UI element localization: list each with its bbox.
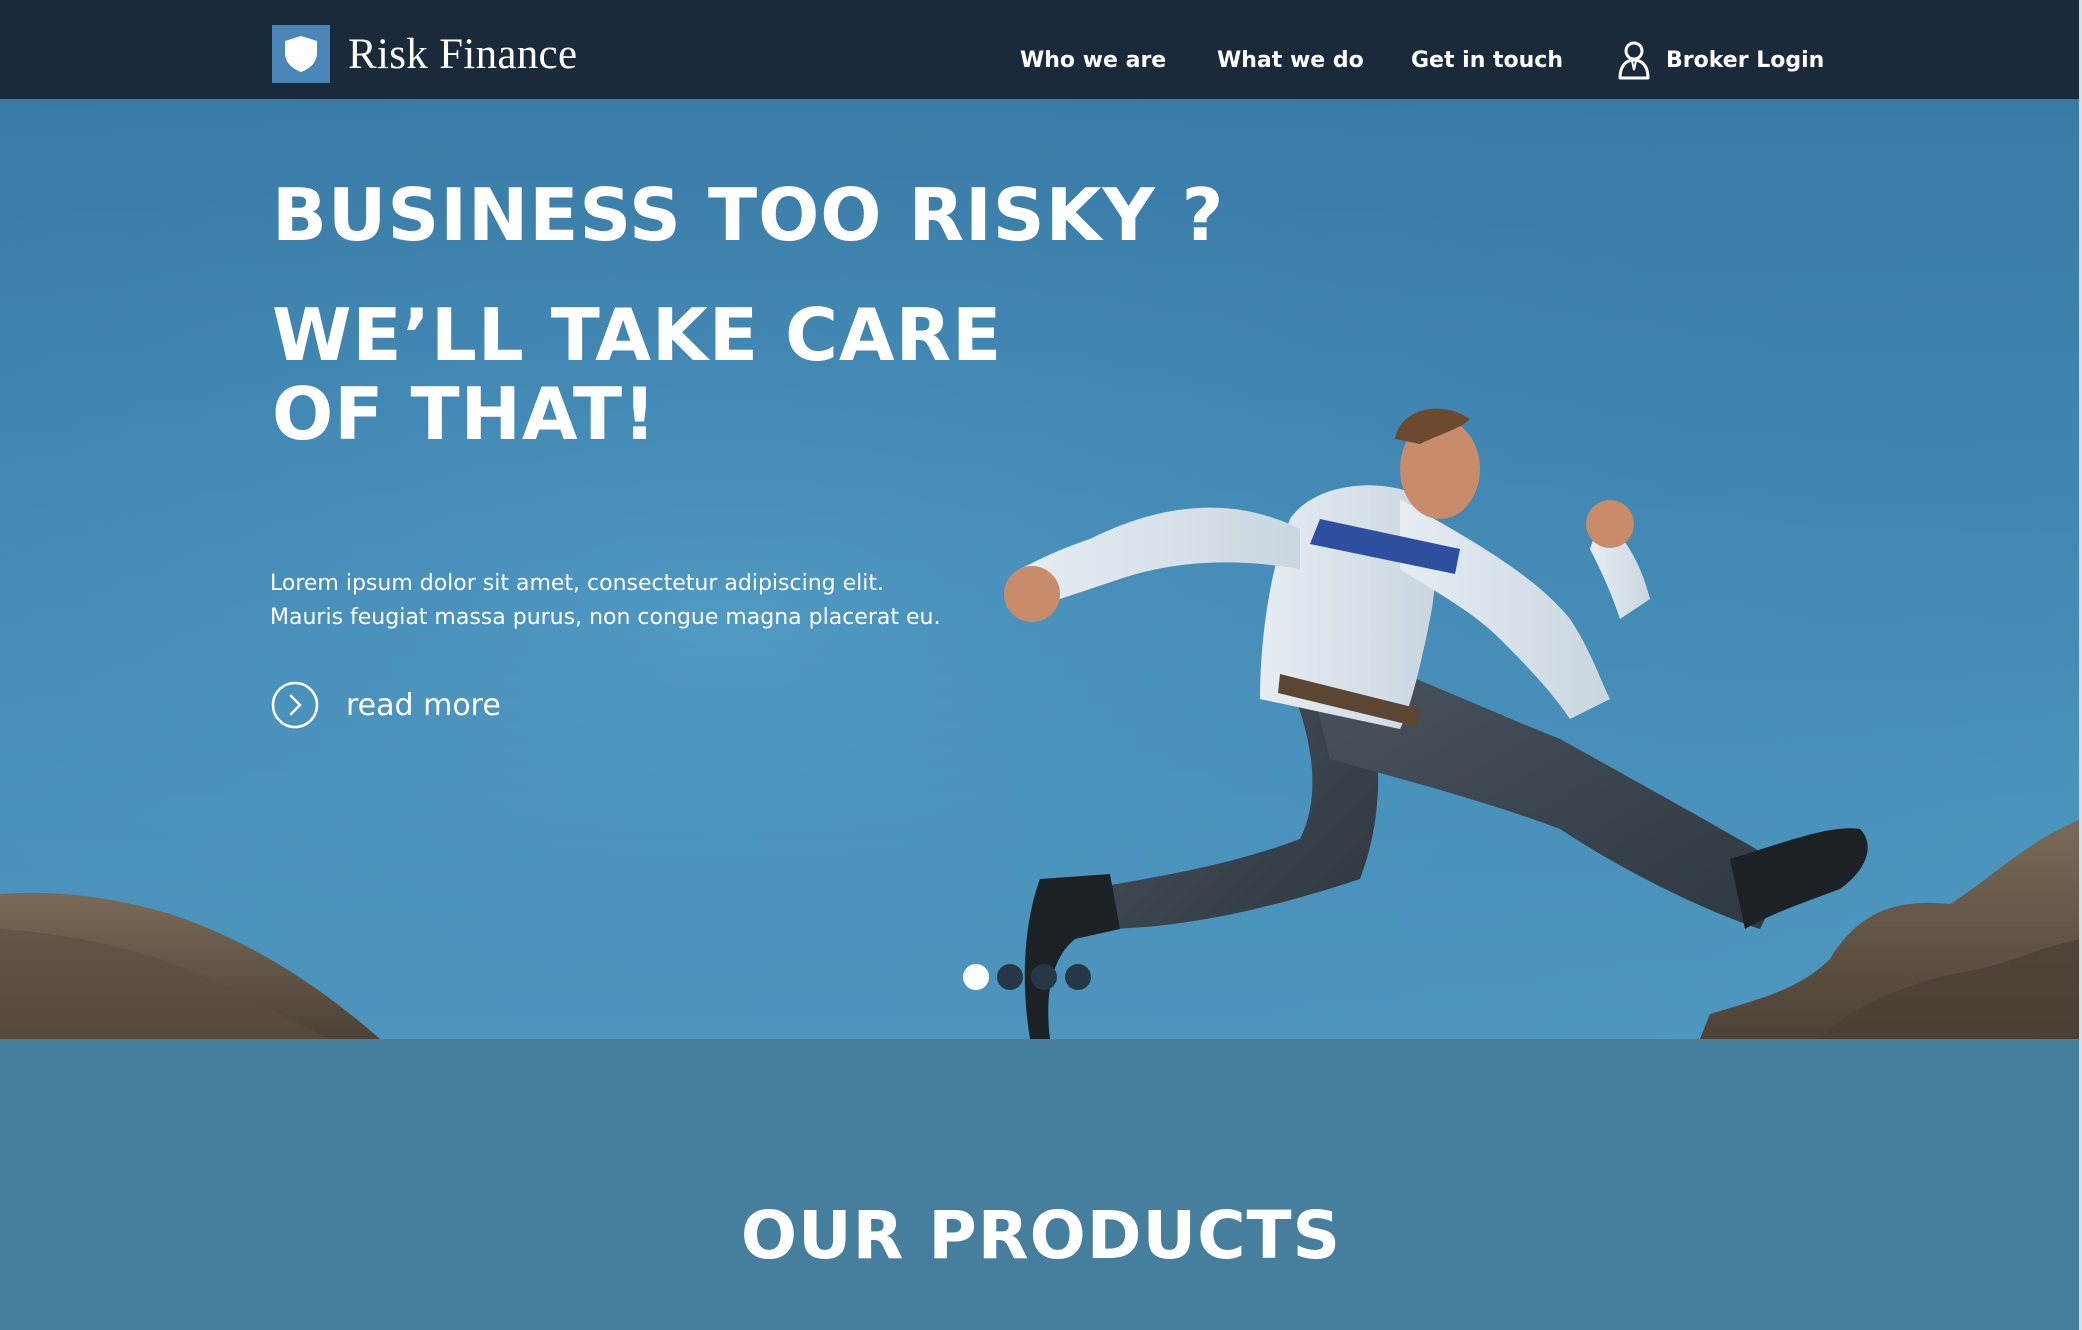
read-more-link[interactable]: read more [270,680,501,730]
hero-banner: BUSINESS TOO RISKY ? WE’LL TAKE CARE OF … [0,99,2079,1039]
carousel-dot-4[interactable] [1065,964,1091,990]
user-icon [1618,41,1650,80]
products-title: OUR PRODUCTS [740,1197,1342,1274]
carousel-dot-1[interactable] [963,964,989,990]
carousel-dot-3[interactable] [1031,964,1057,990]
products-section: OUR PRODUCTS [0,1039,2079,1330]
hero-body-line1: Lorem ipsum dolor sit amet, consectetur … [270,571,884,596]
page: Risk Finance Who we are What we do Get i… [0,0,2082,1330]
brand-logo[interactable]: Risk Finance [272,25,577,83]
broker-login-label: Broker Login [1666,47,1825,73]
brand-name: Risk Finance [348,30,578,78]
hero-headline: BUSINESS TOO RISKY ? [272,173,1225,257]
nav-what-we-do[interactable]: What we do [1217,48,1364,73]
hero-subheadline-line1: WE’LL TAKE CARE [272,293,1003,377]
nav-get-in-touch[interactable]: Get in touch [1411,48,1563,73]
carousel-dot-2[interactable] [997,964,1023,990]
read-more-label: read more [346,687,501,723]
shield-icon [272,25,330,83]
hero-body-line2: Mauris feugiat massa purus, non congue m… [270,605,941,630]
broker-login-link[interactable]: Broker Login [1616,40,1824,80]
nav-who-we-are[interactable]: Who we are [1020,48,1166,73]
chevron-right-circle-icon [271,681,319,729]
carousel-indicators [963,964,1099,990]
top-navigation-bar: Risk Finance Who we are What we do Get i… [0,0,2079,99]
hero-subheadline-line2: OF THAT! [272,372,657,456]
